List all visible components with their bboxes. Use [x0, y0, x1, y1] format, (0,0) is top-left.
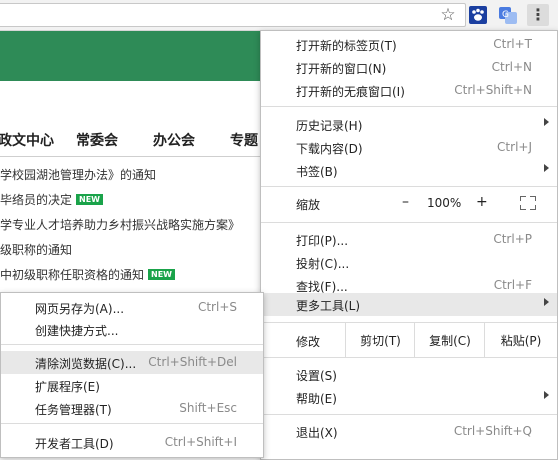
svg-text:G: G [502, 10, 509, 20]
menu-item-shortcut: Ctrl+Shift+Q [453, 424, 532, 438]
zoom-label: 缩放 [296, 198, 321, 212]
fullscreen-icon[interactable] [520, 196, 536, 210]
new-badge: NEW [148, 269, 175, 280]
menu-item-label: 书签(B) [296, 165, 338, 179]
kebab-dots: ⋮ [530, 5, 546, 24]
menu-item-exit[interactable]: 退出(X) Ctrl+Shift+Q [261, 420, 557, 443]
zoom-level: 100% [427, 196, 462, 210]
menu-item-shortcut: Ctrl+Shift+N [454, 83, 532, 97]
menu-item-label: 设置(S) [296, 369, 337, 383]
zoom-in-button[interactable]: + [476, 194, 488, 210]
submenu-item-shortcut: Ctrl+Shift+Del [148, 355, 237, 369]
site-navbar: 政文中心 常委会 办公会 专题 [0, 122, 270, 157]
submenu-arrow-icon [544, 164, 549, 172]
news-title[interactable]: 学校园湖池管理办法》的通知 [0, 168, 156, 182]
news-item[interactable]: 毕络员的决定 NEW [0, 191, 103, 208]
menu-item-print[interactable]: 打印(P)... Ctrl+P [261, 228, 557, 251]
submenu-item-shortcut: Shift+Esc [179, 401, 237, 415]
submenu-item-save-page[interactable]: 网页另存为(A)... Ctrl+S [1, 296, 263, 319]
menu-item-new-tab[interactable]: 打开新的标签页(T) Ctrl+T [261, 33, 557, 56]
menu-item-label: 历史记录(H) [296, 119, 363, 133]
news-title[interactable]: 学专业人才培养助力乡村振兴战略实施方案》 [0, 218, 240, 232]
submenu-item-label: 网页另存为(A)... [35, 302, 125, 316]
submenu-item-dev-tools[interactable]: 开发者工具(D) Ctrl+Shift+I [1, 431, 263, 454]
zoom-row: 缩放 – 100% + [261, 191, 557, 217]
menu-item-shortcut: Ctrl+N [491, 60, 532, 74]
menu-item-help[interactable]: 帮助(E) [261, 386, 557, 409]
menu-item-shortcut: Ctrl+F [493, 278, 532, 292]
menu-item-label: 打开新的标签页(T) [296, 39, 397, 53]
menu-item-history[interactable]: 历史记录(H) [261, 113, 557, 136]
menu-item-label: 更多工具(L) [296, 299, 361, 313]
menu-item-more-tools[interactable]: 更多工具(L) [261, 293, 557, 316]
menu-item-shortcut: Ctrl+P [493, 232, 532, 246]
nav-item[interactable]: 常委会 [76, 130, 118, 150]
edit-label: 修改 [296, 335, 321, 349]
menu-item-label: 帮助(E) [296, 392, 337, 406]
menu-separator [261, 222, 557, 223]
news-item[interactable]: 学校园湖池管理办法》的通知 [0, 166, 156, 183]
menu-separator [261, 186, 557, 187]
submenu-arrow-icon [544, 391, 549, 399]
new-badge: NEW [76, 194, 103, 205]
submenu-item-clear-data[interactable]: 清除浏览数据(C)... Ctrl+Shift+Del [1, 351, 263, 374]
menu-item-label: 打开新的无痕窗口(I) [296, 85, 405, 99]
zoom-out-button[interactable]: – [402, 194, 409, 210]
news-title[interactable]: 毕络员的决定 [0, 193, 72, 207]
submenu-item-label: 清除浏览数据(C)... [35, 357, 137, 371]
menu-item-label: 打开新的窗口(N) [296, 62, 387, 76]
browser-toolbar: ☆ G ⋮ [0, 0, 558, 31]
nav-item[interactable]: 政文中心 [0, 130, 54, 150]
menu-separator [261, 357, 557, 358]
menu-item-label: 退出(X) [296, 426, 338, 440]
more-tools-submenu: 网页另存为(A)... Ctrl+S 创建快捷方式... 清除浏览数据(C)..… [0, 292, 264, 458]
menu-item-label: 打印(P)... [296, 234, 349, 248]
chrome-main-menu: 打开新的标签页(T) Ctrl+T 打开新的窗口(N) Ctrl+N 打开新的无… [260, 30, 558, 460]
kebab-menu-icon[interactable]: ⋮ [527, 4, 549, 26]
paw-extension-icon[interactable] [467, 4, 489, 26]
menu-item-shortcut: Ctrl+T [493, 37, 532, 51]
news-item[interactable]: 级职称的通知 [0, 241, 72, 258]
submenu-separator [1, 423, 263, 424]
paste-button[interactable]: 粘贴(P) [484, 323, 557, 357]
news-item[interactable]: 学专业人才培养助力乡村振兴战略实施方案》 [0, 216, 240, 233]
submenu-item-label: 开发者工具(D) [35, 437, 114, 451]
submenu-item-shortcut: Ctrl+Shift+I [164, 435, 237, 449]
news-item[interactable]: 中初级职称任职资格的通知 NEW [0, 266, 175, 283]
submenu-item-create-shortcut[interactable]: 创建快捷方式... [1, 318, 263, 341]
submenu-item-label: 任务管理器(T) [35, 403, 112, 417]
menu-item-settings[interactable]: 设置(S) [261, 363, 557, 386]
menu-separator [261, 414, 557, 415]
submenu-item-extensions[interactable]: 扩展程序(E) [1, 374, 263, 397]
menu-item-label: 下载内容(D) [296, 142, 363, 156]
edit-row: 修改 剪切(T) 复制(C) 粘贴(P) [261, 323, 557, 357]
menu-item-incognito[interactable]: 打开新的无痕窗口(I) Ctrl+Shift+N [261, 79, 557, 102]
address-bar[interactable] [0, 3, 466, 27]
nav-item[interactable]: 专题 [230, 130, 258, 150]
nav-item[interactable]: 办公会 [153, 130, 195, 150]
bookmark-star-icon[interactable]: ☆ [437, 4, 459, 26]
menu-item-new-window[interactable]: 打开新的窗口(N) Ctrl+N [261, 56, 557, 79]
submenu-separator [1, 344, 263, 345]
menu-item-cast[interactable]: 投射(C)... [261, 251, 557, 274]
news-title[interactable]: 级职称的通知 [0, 243, 72, 257]
menu-item-downloads[interactable]: 下载内容(D) Ctrl+J [261, 136, 557, 159]
menu-item-bookmarks[interactable]: 书签(B) [261, 159, 557, 182]
submenu-item-shortcut: Ctrl+S [197, 300, 237, 314]
menu-item-label: 投射(C)... [296, 257, 350, 271]
submenu-arrow-icon [544, 118, 549, 126]
cut-button[interactable]: 剪切(T) [345, 323, 415, 357]
site-banner [0, 31, 270, 81]
menu-separator [261, 106, 557, 107]
translate-extension-icon[interactable]: G [497, 4, 519, 26]
menu-item-shortcut: Ctrl+J [497, 140, 532, 154]
submenu-arrow-icon [544, 298, 549, 306]
news-title[interactable]: 中初级职称任职资格的通知 [0, 268, 144, 282]
copy-button[interactable]: 复制(C) [414, 323, 485, 357]
submenu-item-label: 创建快捷方式... [35, 324, 119, 338]
submenu-item-task-manager[interactable]: 任务管理器(T) Shift+Esc [1, 397, 263, 420]
submenu-item-label: 扩展程序(E) [35, 380, 100, 394]
